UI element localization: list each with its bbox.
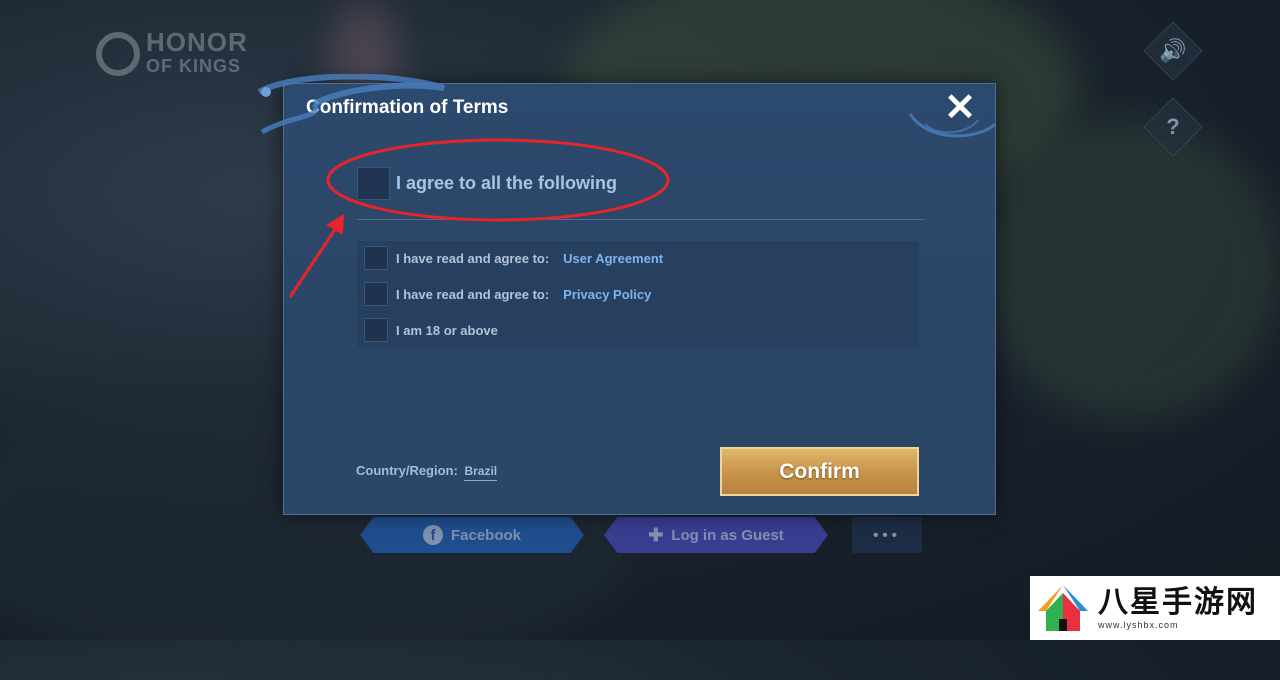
logo-ring-icon <box>96 32 140 76</box>
agree-all-checkbox-row[interactable]: I agree to all the following <box>357 167 617 200</box>
user-agreement-checkbox[interactable] <box>364 246 388 270</box>
dialog-swirl-decoration <box>257 74 445 135</box>
logo-text-line2: OF KINGS <box>146 56 242 76</box>
terms-item-text: I have read and agree to: <box>396 286 550 302</box>
terms-item-age[interactable]: I am 18 or above <box>364 318 498 342</box>
confirm-button[interactable]: Confirm <box>720 447 919 496</box>
more-options-label: ••• <box>873 526 901 544</box>
terms-dialog: Confirmation of Terms ✕ I agree to all t… <box>283 83 996 515</box>
background-foliage <box>980 120 1280 420</box>
dialog-swirl-decoration <box>908 113 997 138</box>
age-checkbox[interactable] <box>364 318 388 342</box>
terms-item-privacy-policy[interactable]: I have read and agree to: Privacy Policy <box>364 282 651 306</box>
logo-text-line1: HONOR <box>146 27 248 57</box>
agree-all-label: I agree to all the following <box>396 173 618 193</box>
facebook-login-label: Facebook <box>450 526 522 544</box>
divider <box>357 219 924 220</box>
facebook-icon: f <box>422 525 443 545</box>
speaker-icon: 🔊 <box>1159 38 1187 63</box>
watermark-title: 八星手游网 <box>1098 586 1258 619</box>
question-icon: ? <box>1166 114 1180 139</box>
game-logo: HONOR OF KINGS <box>96 27 248 78</box>
site-watermark: 八星手游网 www.lyshbx.com <box>1030 576 1280 640</box>
more-options-button[interactable]: ••• <box>852 517 922 553</box>
gamepad-icon: ✚ <box>648 524 664 545</box>
privacy-policy-checkbox[interactable] <box>364 282 388 306</box>
country-region: Country/Region: Brazil <box>356 463 498 481</box>
terms-item-text: I have read and agree to: <box>396 250 550 266</box>
agree-all-checkbox[interactable] <box>357 167 390 200</box>
guest-login-button[interactable]: ✚ Log in as Guest <box>604 517 828 553</box>
sound-button[interactable]: 🔊 <box>1143 21 1203 81</box>
user-agreement-link[interactable]: User Agreement <box>563 251 663 266</box>
terms-item-user-agreement[interactable]: I have read and agree to: User Agreement <box>364 246 663 270</box>
facebook-login-button[interactable]: f Facebook <box>360 517 584 553</box>
privacy-policy-link[interactable]: Privacy Policy <box>563 287 651 302</box>
country-region-label: Country/Region: <box>356 463 458 478</box>
guest-login-label: Log in as Guest <box>671 526 784 544</box>
country-selector[interactable]: Brazil <box>464 464 498 481</box>
watermark-url: www.lyshbx.com <box>1098 620 1179 630</box>
age-confirmation-text: I am 18 or above <box>396 322 498 338</box>
terms-list: I have read and agree to: User Agreement… <box>357 241 919 348</box>
watermark-house-logo-icon <box>1038 585 1088 631</box>
